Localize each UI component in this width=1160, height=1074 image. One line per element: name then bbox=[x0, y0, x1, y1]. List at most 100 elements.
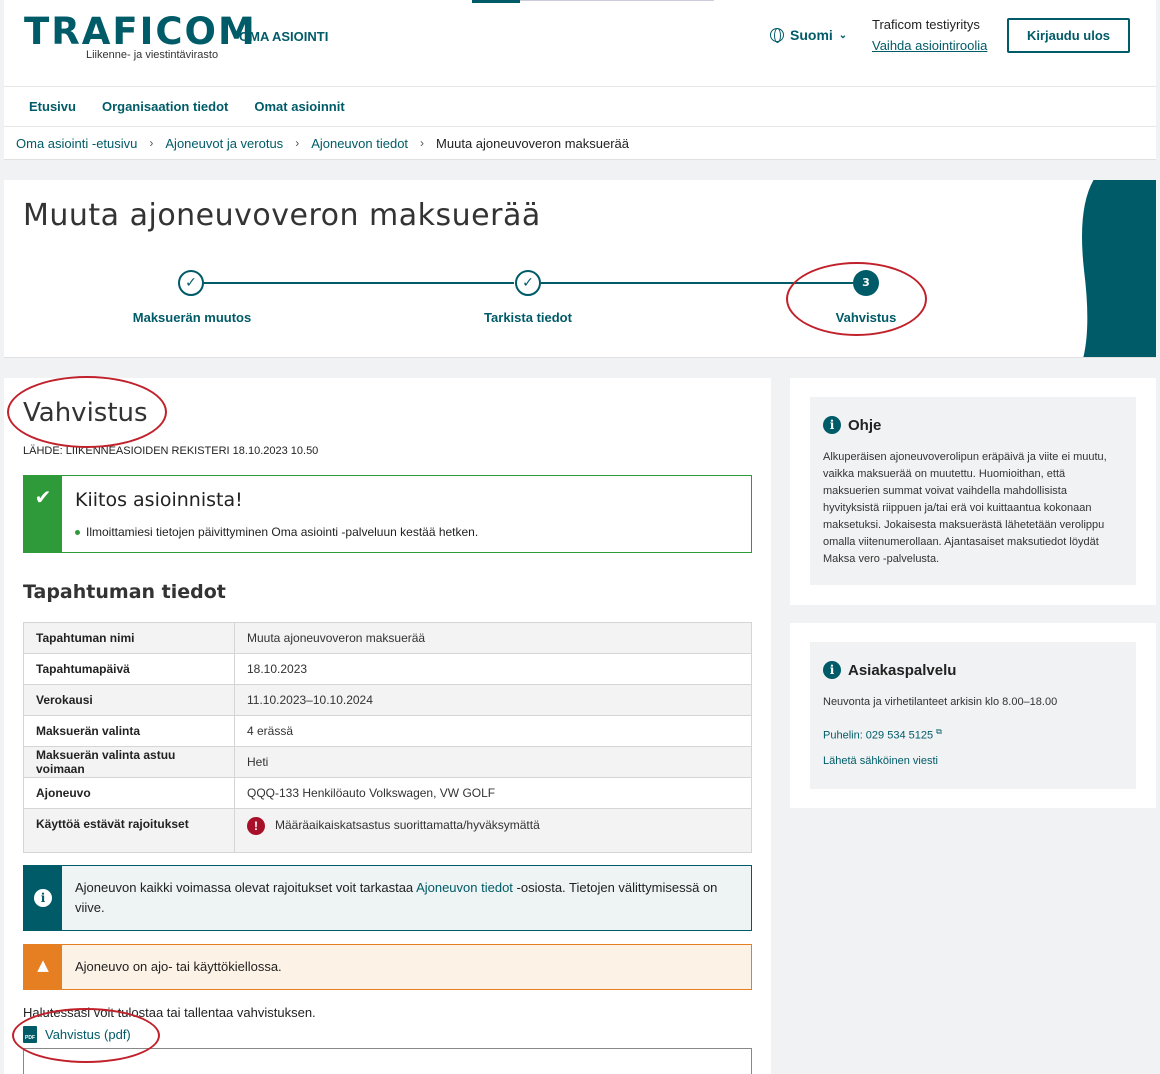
table-row: Verokausi 11.10.2023–10.10.2024 bbox=[23, 684, 752, 716]
phone-row: Puhelin: 029 534 5125 ⧉ bbox=[823, 723, 1123, 745]
top-tab-indicator bbox=[472, 0, 520, 3]
pdf-file-icon: PDF bbox=[23, 1026, 37, 1043]
pdf-link[interactable]: Vahvistus (pdf) bbox=[45, 1027, 131, 1042]
help-title: Ohje bbox=[848, 417, 882, 434]
breadcrumb-item[interactable]: Ajoneuvot ja verotus bbox=[165, 136, 283, 151]
info-bar: i bbox=[24, 866, 62, 930]
email-row: Lähetä sähköinen viesti bbox=[823, 753, 1123, 770]
support-card: i Asiakaspalvelu Neuvonta ja virhetilant… bbox=[790, 623, 1156, 808]
logout-button[interactable]: Kirjaudu ulos bbox=[1007, 18, 1130, 53]
print-instructions: Halutessasi voit tulostaa tai tallentaa … bbox=[23, 1005, 316, 1020]
logo-subtitle: Liikenne- ja viestintävirasto bbox=[86, 49, 219, 61]
step-current-indicator: 3 bbox=[853, 270, 879, 296]
help-card: i Ohje Alkuperäisen ajoneuvoverolipun er… bbox=[790, 378, 1156, 605]
nav-item-my-transactions[interactable]: Omat asioinnit bbox=[254, 99, 344, 114]
language-selector[interactable]: Suomi ⌄ bbox=[770, 27, 847, 43]
row-key: Maksuerän valinta bbox=[23, 715, 235, 747]
row-key: Tapahtuman nimi bbox=[23, 622, 235, 654]
email-link[interactable]: Lähetä sähköinen viesti bbox=[823, 755, 938, 767]
breadcrumb: Oma asiointi -etusivu › Ajoneuvot ja ver… bbox=[4, 126, 1156, 160]
phone-link[interactable]: Puhelin: 029 534 5125 bbox=[823, 730, 933, 742]
success-message: Ilmoittamiesi tietojen päivittyminen Oma… bbox=[75, 525, 478, 539]
switch-role-link[interactable]: Vaihda asiointiroolia bbox=[872, 38, 987, 53]
pdf-download[interactable]: PDF Vahvistus (pdf) bbox=[23, 1026, 131, 1043]
language-label: Suomi bbox=[790, 27, 833, 43]
table-row: Maksuerän valinta astuu voimaan Heti bbox=[23, 746, 752, 778]
main-nav: Etusivu Organisaation tiedot Omat asioin… bbox=[4, 86, 1156, 126]
row-key: Käyttöä estävät rajoitukset bbox=[23, 808, 235, 853]
page-hero: Muuta ajoneuvoveron maksuerää ✓ ✓ 3 Maks… bbox=[4, 180, 1156, 358]
table-row: Käyttöä estävät rajoitukset ! Määräaikais… bbox=[23, 808, 752, 853]
decorative-shape bbox=[1082, 180, 1156, 357]
step-check-icon: ✓ bbox=[178, 270, 204, 296]
main-content: Vahvistus LÄHDE: LIIKENNEASIOIDEN REKIST… bbox=[4, 378, 771, 1074]
help-text: Alkuperäisen ajoneuvoverolipun eräpäivä … bbox=[823, 451, 1107, 565]
breadcrumb-item[interactable]: Ajoneuvon tiedot bbox=[311, 136, 408, 151]
row-value: 4 erässä bbox=[234, 715, 752, 747]
nav-item-home[interactable]: Etusivu bbox=[29, 99, 76, 114]
vehicle-info-link[interactable]: Ajoneuvon tiedot bbox=[416, 880, 513, 895]
warning-notice: ▲ Ajoneuvo on ajo- tai käyttökiellossa. bbox=[23, 944, 752, 990]
chevron-right-icon: › bbox=[420, 136, 425, 150]
restriction-text: Määräaikaiskatsastus suorittamatta/hyväk… bbox=[275, 818, 540, 833]
details-table: Tapahtuman nimi Muuta ajoneuvoveron maks… bbox=[23, 622, 752, 853]
table-row: Maksuerän valinta 4 erässä bbox=[23, 715, 752, 747]
traficom-logo[interactable]: TRAFICOM Liikenne- ja viestintävirasto bbox=[24, 10, 257, 61]
globe-icon bbox=[770, 28, 784, 43]
chevron-right-icon: › bbox=[295, 136, 300, 150]
chevron-down-icon: ⌄ bbox=[838, 29, 848, 41]
support-hours: Neuvonta ja virhetilanteet arkisin klo 8… bbox=[823, 696, 1058, 708]
info-text: Ajoneuvon kaikki voimassa olevat rajoitu… bbox=[75, 878, 735, 918]
stepper-line bbox=[541, 282, 853, 284]
table-row: Ajoneuvo QQQ-133 Henkilöauto Volkswagen,… bbox=[23, 777, 752, 809]
stepper-line bbox=[204, 282, 514, 284]
error-icon: ! bbox=[247, 817, 265, 835]
checkmark-icon: ✔ bbox=[24, 476, 62, 552]
bullet-icon bbox=[75, 529, 80, 535]
breadcrumb-item[interactable]: Oma asiointi -etusivu bbox=[16, 136, 137, 151]
support-card-inner: i Asiakaspalvelu Neuvonta ja virhetilant… bbox=[810, 642, 1136, 789]
table-row: Tapahtumapäivä 18.10.2023 bbox=[23, 653, 752, 685]
user-company: Traficom testiyritys bbox=[872, 17, 980, 32]
details-heading: Tapahtuman tiedot bbox=[23, 581, 226, 603]
step-label-current: Vahvistus bbox=[835, 310, 897, 325]
help-card-inner: i Ohje Alkuperäisen ajoneuvoverolipun er… bbox=[810, 397, 1136, 585]
row-value: 18.10.2023 bbox=[234, 653, 752, 685]
nav-item-organisation[interactable]: Organisaation tiedot bbox=[102, 99, 228, 114]
top-tab-line bbox=[520, 0, 714, 1]
info-icon: i bbox=[823, 416, 841, 434]
external-link-icon: ⧉ bbox=[936, 727, 942, 736]
support-title: Asiakaspalvelu bbox=[848, 662, 957, 679]
page-title: Muuta ajoneuvoveron maksuerää bbox=[23, 198, 541, 233]
row-value: Heti bbox=[234, 746, 752, 778]
row-value-restriction: ! Määräaikaiskatsastus suorittamatta/hyvä… bbox=[234, 808, 752, 853]
step-label: Maksuerän muutos bbox=[132, 310, 252, 325]
step-check-icon: ✓ bbox=[515, 270, 541, 296]
breadcrumb-current: Muuta ajoneuvoveron maksuerää bbox=[436, 135, 629, 151]
warning-icon: ▲ bbox=[24, 945, 62, 989]
info-text-before: Ajoneuvon kaikki voimassa olevat rajoitu… bbox=[75, 880, 417, 895]
row-value: Muuta ajoneuvoveron maksuerää bbox=[234, 622, 752, 654]
success-notice: ✔ Kiitos asioinnista! Ilmoittamiesi tiet… bbox=[23, 475, 752, 553]
step-label: Tarkista tiedot bbox=[484, 310, 572, 325]
warning-text: Ajoneuvo on ajo- tai käyttökiellossa. bbox=[75, 959, 282, 974]
success-message-text: Ilmoittamiesi tietojen päivittyminen Oma… bbox=[86, 525, 479, 539]
logo-wordmark: TRAFICOM bbox=[24, 10, 257, 53]
info-notice: i Ajoneuvon kaikki voimassa olevat rajoi… bbox=[23, 865, 752, 931]
row-key: Tapahtumapäivä bbox=[23, 653, 235, 685]
row-value: QQQ-133 Henkilöauto Volkswagen, VW GOLF bbox=[234, 777, 752, 809]
chevron-right-icon: › bbox=[149, 136, 154, 150]
row-key: Maksuerän valinta astuu voimaan bbox=[23, 746, 235, 778]
info-icon: i bbox=[34, 889, 52, 907]
row-value: 11.10.2023–10.10.2024 bbox=[234, 684, 752, 716]
site-header: TRAFICOM Liikenne- ja viestintävirasto O… bbox=[4, 0, 1156, 86]
info-icon: i bbox=[823, 661, 841, 679]
success-title: Kiitos asioinnista! bbox=[75, 489, 243, 511]
table-row: Tapahtuman nimi Muuta ajoneuvoveron maks… bbox=[23, 622, 752, 654]
row-key: Ajoneuvo bbox=[23, 777, 235, 809]
data-source: LÄHDE: LIIKENNEASIOIDEN REKISTERI 18.10.… bbox=[23, 445, 319, 457]
app-name: OMA ASIOINTI bbox=[239, 29, 329, 44]
next-section-frame bbox=[23, 1048, 752, 1074]
row-key: Verokausi bbox=[23, 684, 235, 716]
section-heading: Vahvistus bbox=[23, 398, 148, 428]
